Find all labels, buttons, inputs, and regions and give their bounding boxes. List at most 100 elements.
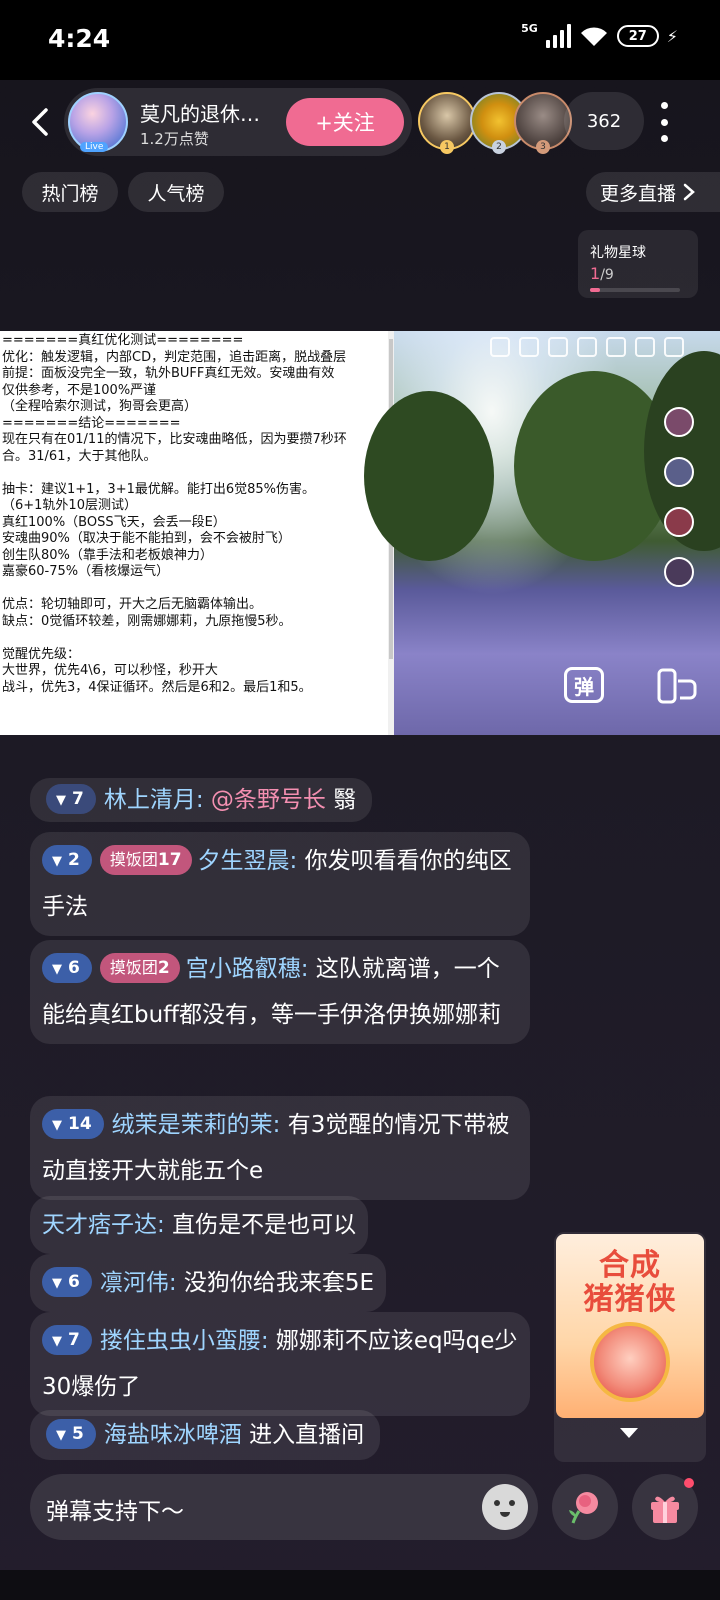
- notes-line: 安魂曲90%（取决于能不能拍到，会不会被肘飞）: [2, 531, 291, 546]
- wifi-icon: [579, 25, 609, 47]
- notes-line: 真红100%（BOSS飞天，会丢一段E）: [2, 514, 226, 530]
- anchor-info[interactable]: Live 莫凡的退休… 1.2万点赞 +关注: [64, 88, 412, 156]
- notes-line: =======结论=======: [2, 415, 181, 431]
- more-options-button[interactable]: [656, 102, 672, 142]
- danmu-toggle-button[interactable]: 弹: [564, 667, 604, 703]
- user-level-badge: ▼ 7: [46, 783, 96, 814]
- more-live-button[interactable]: 更多直播: [586, 172, 720, 212]
- live-badge: Live: [80, 142, 109, 152]
- rank-badge-2: 2: [492, 140, 506, 154]
- chevron-down-icon: ▼: [52, 961, 62, 977]
- notes-line: （6+1轨外10层测试）: [2, 498, 137, 513]
- battery-icon: 27: [616, 25, 659, 47]
- viewer-avatar-1[interactable]: 1: [418, 92, 476, 154]
- chevron-down-icon: ▼: [52, 1333, 62, 1349]
- rank-badge-1: 1: [440, 140, 454, 154]
- charging-icon: ⚡: [666, 26, 678, 46]
- chat-username: 宫小路叡穗:: [185, 956, 309, 982]
- notes-line: 觉醒优先级：: [2, 646, 81, 662]
- viewer-count[interactable]: 362: [564, 92, 644, 150]
- chat-text: 直伤是不是也可以: [172, 1212, 357, 1238]
- gift-planet-title: 礼物星球: [590, 245, 646, 261]
- party-member-4: [664, 557, 694, 587]
- chevron-left-icon: [32, 108, 48, 136]
- chevron-down-icon: ▼: [52, 853, 62, 869]
- chat-message[interactable]: ▼ 14 绒茉是茉莉的茉: 有3觉醒的情况下带被动直接开大就能五个e: [30, 1096, 530, 1200]
- back-button[interactable]: [26, 104, 56, 140]
- notes-line: 抽卡：建议1+1，3+1最优解。能打出6觉85%伤害。: [2, 481, 316, 497]
- anchor-name: 莫凡的退休…: [140, 102, 260, 126]
- live-video[interactable]: =======真红优化测试======== 优化：触发逻辑，内部CD，判定范围，追…: [0, 331, 720, 735]
- popular-rank-chip[interactable]: 人气榜: [128, 172, 224, 212]
- chat-message[interactable]: ▼ 7 林上清月: @条野号长 翳: [30, 778, 373, 822]
- chevron-down-icon: ▼: [56, 792, 66, 808]
- notes-line: 战斗，优先3，4保证循环。然后是6和2。最后1和5。: [2, 679, 312, 695]
- notes-line: [2, 581, 392, 598]
- navigation-bar-area: [0, 1570, 720, 1600]
- danmu-input-placeholder: 弹幕支持下～: [46, 1499, 184, 1525]
- danmu-input[interactable]: 弹幕支持下～: [30, 1474, 538, 1540]
- chat-message[interactable]: ▼ 7 搂住虫虫小蛮腰: 娜娜莉不应该eq吗qe少30爆伤了: [30, 1312, 530, 1416]
- notes-line: [2, 630, 392, 647]
- chevron-down-icon: ▼: [56, 1427, 66, 1443]
- party-member-2: [664, 457, 694, 487]
- network-type: 5G: [521, 21, 538, 35]
- party-member-1: [664, 407, 694, 437]
- gift-planet-widget[interactable]: 礼物星球 1/9: [578, 230, 698, 298]
- stream-notes-overlay: =======真红优化测试======== 优化：触发逻辑，内部CD，判定范围，追…: [0, 331, 394, 735]
- rank-badge-3: 3: [536, 140, 550, 154]
- chat-text: 没狗你给我来套5E: [183, 1270, 375, 1296]
- user-level-badge: ▼ 7: [42, 1324, 92, 1355]
- notes-line: 合。31/61，大于其他队。: [2, 448, 157, 464]
- gift-planet-progress-text: 1/9: [590, 264, 614, 283]
- chat-message[interactable]: 天才痞子达: 直伤是不是也可以: [30, 1196, 369, 1254]
- chat-username: 天才痞子达:: [42, 1212, 165, 1238]
- collapse-arrow-icon[interactable]: [620, 1428, 638, 1438]
- chat-message[interactable]: ▼ 5 海盐味冰啤酒 进入直播间: [30, 1410, 381, 1460]
- notes-line: [2, 465, 392, 482]
- status-icons: 5G 27 ⚡: [521, 21, 678, 48]
- signal-icon: [545, 24, 571, 48]
- user-level-badge: ▼ 6: [42, 1266, 92, 1297]
- more-live-label: 更多直播: [600, 182, 677, 205]
- notes-line: =======真红优化测试========: [2, 333, 244, 348]
- live-header: Live 莫凡的退休… 1.2万点赞 +关注 1 2 3 362: [0, 80, 720, 164]
- rose-gift-button[interactable]: [552, 1474, 618, 1540]
- promo-banner[interactable]: 合成 猪猪侠: [554, 1232, 706, 1462]
- chat-text: 翳: [333, 787, 357, 813]
- hot-rank-chip[interactable]: 热门榜: [22, 172, 118, 212]
- chat-username: 搂住虫虫小蛮腰:: [99, 1328, 269, 1354]
- chevron-down-icon: ▼: [52, 1117, 62, 1133]
- chat-message[interactable]: ▼ 6 凛河伟: 没狗你给我来套5E: [30, 1254, 387, 1312]
- chevron-down-icon: ▼: [52, 1275, 62, 1291]
- chevron-right-icon: [683, 183, 695, 201]
- rose-icon: [569, 1492, 598, 1524]
- notes-line: 现在只有在01/11的情况下，比安魂曲略低，因为要攒7秒环: [2, 432, 347, 447]
- user-level-badge: ▼ 5: [46, 1418, 96, 1449]
- status-bar: 4:24 5G 27 ⚡: [0, 0, 720, 80]
- notes-line: 嘉豪60-75%（看核爆运气）: [2, 564, 170, 579]
- notes-line: 优化：触发逻辑，内部CD，判定范围，追击距离，脱战叠层: [2, 349, 347, 365]
- follow-button[interactable]: +关注: [286, 98, 404, 146]
- rotate-screen-icon[interactable]: [656, 667, 698, 705]
- chat-text: 进入直播间: [249, 1422, 365, 1448]
- chat-message[interactable]: ▼ 6 摸饭团2 宫小路叡穗: 这队就离谱，一个能给真红buff都没有，等一手伊洛伊换…: [30, 940, 530, 1044]
- gift-button[interactable]: [632, 1474, 698, 1540]
- notes-line: 前提：面板没完全一致，轨外BUFF真红无效。安魂曲有效: [2, 366, 335, 381]
- notes-line: 创生队80%（靠手法和老板娘神力）: [2, 547, 213, 563]
- chat-username: 林上清月:: [103, 787, 204, 813]
- anchor-avatar[interactable]: Live: [68, 92, 128, 152]
- notification-dot: [684, 1478, 694, 1488]
- user-level-badge: ▼ 2: [42, 844, 92, 875]
- chat-username: 绒茉是茉莉的茉:: [111, 1112, 281, 1138]
- fan-club-badge: 摸饭团17: [99, 844, 192, 875]
- chat-message[interactable]: ▼ 2 摸饭团17 夕生翌晨: 你发呗看看你的纯区手法: [30, 832, 530, 936]
- gift-box-icon: [651, 1496, 679, 1523]
- notes-line: 大世界，优先4\6，可以秒怪，秒开大: [2, 663, 218, 678]
- game-scene: 弹: [364, 331, 720, 735]
- emoji-button[interactable]: [482, 1484, 528, 1530]
- fan-club-badge: 摸饭团2: [99, 952, 180, 983]
- promo-title-line2: 猪猪侠: [583, 1282, 677, 1317]
- notes-line: 缺点：0觉循环较差，刚需娜娜莉，九原拖慢5秒。: [2, 613, 292, 629]
- chat-username: 海盐味冰啤酒: [103, 1422, 242, 1448]
